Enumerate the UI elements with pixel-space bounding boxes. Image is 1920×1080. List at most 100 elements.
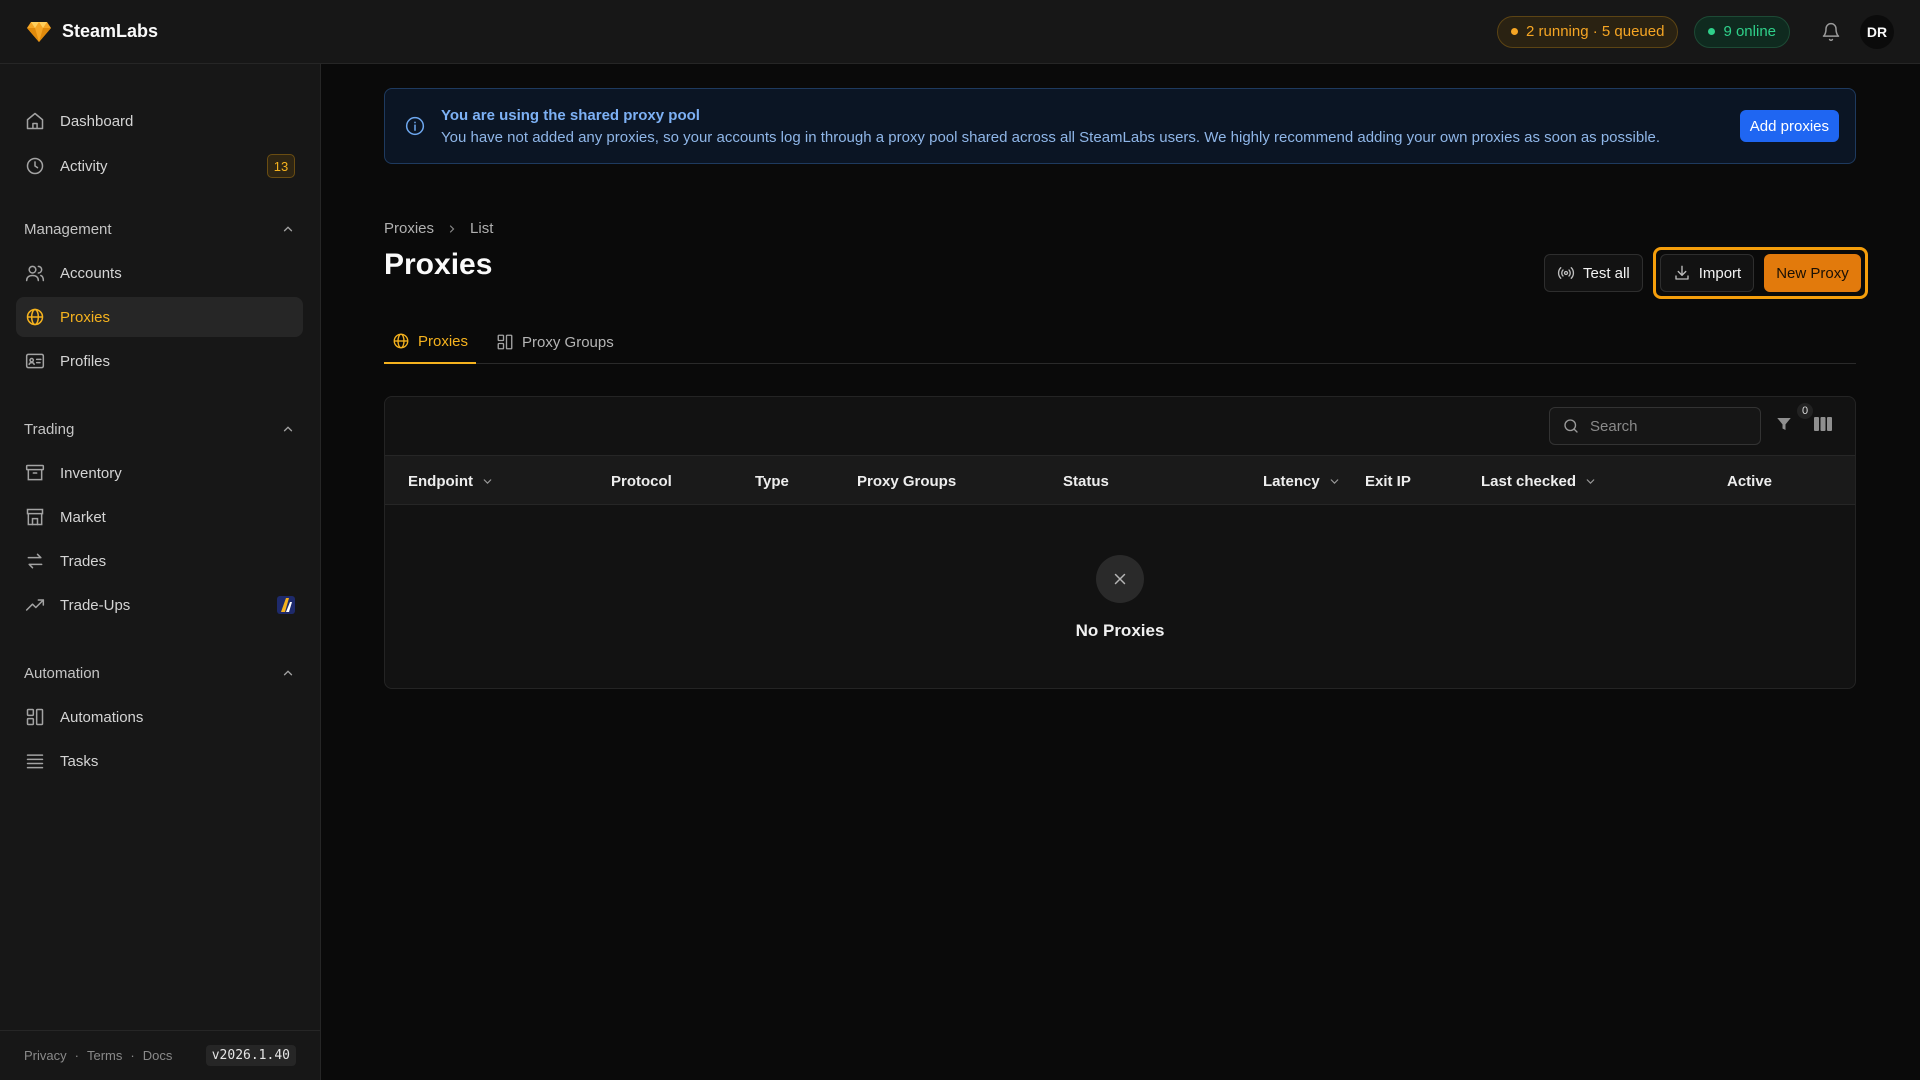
version-badge: v2026.1.40 xyxy=(205,1045,296,1066)
breadcrumb: Proxies List xyxy=(384,220,493,237)
chevron-up-icon xyxy=(281,666,295,680)
add-proxies-button[interactable]: Add proxies xyxy=(1739,110,1839,142)
column-label: Latency xyxy=(1263,472,1320,490)
section-title: Management xyxy=(24,220,112,238)
tabs: Proxies Proxy Groups xyxy=(384,320,1856,364)
sidebar-item-tasks[interactable]: Tasks xyxy=(16,741,303,781)
column-exit-ip: Exit IP xyxy=(1365,456,1411,506)
sidebar-item-dashboard[interactable]: Dashboard xyxy=(16,101,303,141)
search-input[interactable]: Search xyxy=(1549,407,1761,445)
column-endpoint[interactable]: Endpoint xyxy=(408,456,494,506)
column-last-checked[interactable]: Last checked xyxy=(1481,456,1597,506)
clock-icon xyxy=(24,155,46,177)
status-dot xyxy=(1511,28,1518,35)
avatar[interactable]: DR xyxy=(1860,14,1894,49)
arrows-exchange-icon xyxy=(24,550,46,572)
archive-icon xyxy=(24,462,46,484)
sidebar-item-activity[interactable]: Activity 13 xyxy=(16,146,303,186)
column-status: Status xyxy=(1063,456,1109,506)
trending-up-icon xyxy=(24,594,46,616)
sidebar-item-market[interactable]: Market xyxy=(16,497,303,537)
brand-name: SteamLabs xyxy=(62,21,159,41)
workflow-icon xyxy=(24,706,46,728)
column-type: Type xyxy=(755,456,789,506)
id-card-icon xyxy=(24,350,46,372)
privacy-link[interactable]: Privacy xyxy=(24,1048,67,1063)
chevron-down-icon xyxy=(1328,475,1341,488)
sidebar-item-label: Trades xyxy=(60,552,107,570)
column-label: Type xyxy=(755,472,789,490)
online-status-pill[interactable]: 9 online xyxy=(1694,15,1790,48)
workflow-icon xyxy=(496,333,514,351)
columns-icon[interactable] xyxy=(1813,415,1833,433)
column-label: Last checked xyxy=(1481,472,1577,490)
tab-proxies[interactable]: Proxies xyxy=(384,320,477,364)
terms-link[interactable]: Terms xyxy=(87,1048,122,1063)
brand[interactable]: SteamLabs xyxy=(26,21,158,43)
bell-icon[interactable] xyxy=(1818,19,1844,45)
column-proxy-groups: Proxy Groups xyxy=(857,456,956,506)
chevron-up-icon xyxy=(281,222,295,236)
test-all-label: Test all xyxy=(1583,264,1630,282)
import-label: Import xyxy=(1698,264,1742,282)
section-trading-toggle[interactable]: Trading xyxy=(24,417,295,441)
close-icon xyxy=(1096,555,1144,603)
globe-icon xyxy=(24,306,46,328)
chevron-right-icon xyxy=(446,223,458,235)
column-latency[interactable]: Latency xyxy=(1263,456,1341,506)
search-icon xyxy=(1562,417,1580,435)
sidebar-item-profiles[interactable]: Profiles xyxy=(16,341,303,381)
globe-icon xyxy=(392,332,410,350)
import-button[interactable]: Import xyxy=(1659,254,1755,292)
tab-label: Proxies xyxy=(418,332,469,350)
table-header: Endpoint Protocol Type Proxy Groups Stat… xyxy=(385,455,1855,505)
sidebar-item-trades[interactable]: Trades xyxy=(16,541,303,581)
tab-proxy-groups[interactable]: Proxy Groups xyxy=(488,320,622,364)
top-bar: SteamLabs 2 running · 5 queued 9 online … xyxy=(0,0,1920,64)
flag-icon xyxy=(277,596,295,614)
separator: · xyxy=(74,1048,79,1063)
empty-state-text: No Proxies xyxy=(1075,621,1165,640)
section-automation-toggle[interactable]: Automation xyxy=(24,661,295,685)
column-label: Status xyxy=(1063,472,1109,490)
sidebar-item-trade-ups[interactable]: Trade-Ups xyxy=(16,585,303,625)
users-icon xyxy=(24,262,46,284)
jobs-status-pill[interactable]: 2 running · 5 queued xyxy=(1497,15,1679,48)
sidebar-item-automations[interactable]: Automations xyxy=(16,697,303,737)
sidebar-item-inventory[interactable]: Inventory xyxy=(16,453,303,493)
sidebar: Dashboard Activity 13 Management Account… xyxy=(0,64,321,1080)
broadcast-icon xyxy=(1557,264,1575,282)
sidebar-item-label: Trade-Ups xyxy=(60,596,131,614)
diamond-logo-icon xyxy=(26,21,52,43)
search-placeholder: Search xyxy=(1590,417,1638,435)
test-all-button[interactable]: Test all xyxy=(1544,254,1643,292)
proxies-table: Search 0 Endpoint Protocol Type Proxy Gr… xyxy=(384,396,1856,689)
status-dot xyxy=(1708,28,1716,35)
breadcrumb-list: List xyxy=(470,220,494,237)
section-management-toggle[interactable]: Management xyxy=(24,217,295,241)
page-title: Proxies xyxy=(384,248,493,281)
chevron-down-icon xyxy=(481,475,494,488)
docs-link[interactable]: Docs xyxy=(143,1048,173,1063)
breadcrumb-proxies[interactable]: Proxies xyxy=(384,220,434,237)
jobs-status-text: 2 running · 5 queued xyxy=(1526,23,1665,40)
chevron-down-icon xyxy=(1584,475,1597,488)
shared-proxy-alert: You are using the shared proxy pool You … xyxy=(384,88,1856,164)
table-toolbar: Search 0 xyxy=(385,397,1855,455)
sidebar-item-proxies[interactable]: Proxies xyxy=(16,297,303,337)
filter-icon[interactable] xyxy=(1775,415,1793,433)
tab-label: Proxy Groups xyxy=(522,333,614,351)
new-proxy-button[interactable]: New Proxy xyxy=(1764,254,1861,292)
sidebar-item-accounts[interactable]: Accounts xyxy=(16,253,303,293)
sidebar-item-label: Proxies xyxy=(60,308,111,326)
alert-message: You have not added any proxies, so your … xyxy=(441,128,1661,146)
online-status-text: 9 online xyxy=(1723,23,1776,40)
home-icon xyxy=(24,110,46,132)
sidebar-item-label: Profiles xyxy=(60,352,111,370)
store-icon xyxy=(24,506,46,528)
sidebar-footer: Privacy · Terms · Docs v2026.1.40 xyxy=(0,1030,320,1080)
list-icon xyxy=(24,750,46,772)
column-label: Endpoint xyxy=(408,472,473,490)
filter-count-badge: 0 xyxy=(1797,403,1813,419)
column-label: Active xyxy=(1727,472,1773,490)
